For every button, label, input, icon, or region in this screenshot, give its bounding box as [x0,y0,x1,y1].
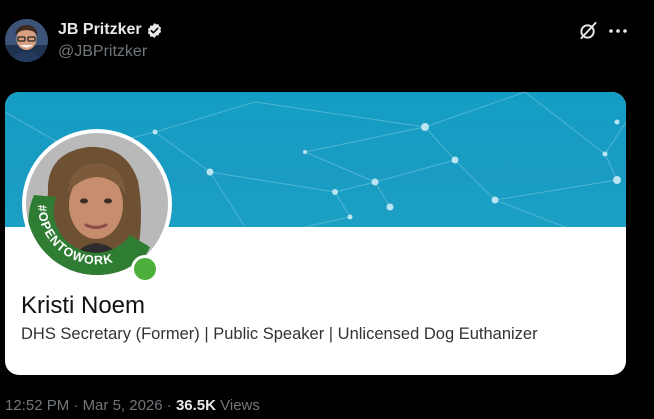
post-time[interactable]: 12:52 PM [5,397,69,414]
meta-separator: · [69,397,83,414]
author-name[interactable]: JB Pritzker [58,21,142,39]
author-name-row[interactable]: JB Pritzker [58,21,163,39]
author-handle[interactable]: @JBPritzker [58,43,147,61]
post-date[interactable]: Mar 5, 2026 [83,397,163,414]
meta-separator: · [162,397,176,414]
profile-card-image[interactable]: #OPENTOWORK Kristi Noem DHS Secretary (F… [5,92,626,375]
verified-badge-icon [147,22,161,38]
profile-name: Kristi Noem [21,292,146,319]
grok-icon[interactable] [579,21,598,40]
profile-headline: DHS Secretary (Former) | Public Speaker … [21,325,538,343]
author-avatar[interactable] [5,19,48,62]
status-dot [131,255,159,283]
views-count[interactable]: 36.5K [176,397,216,414]
views-label: Views [215,397,260,414]
more-icon[interactable] [608,22,628,40]
post-meta: 12:52 PM · Mar 5, 2026 · 36.5K Views [5,397,260,414]
